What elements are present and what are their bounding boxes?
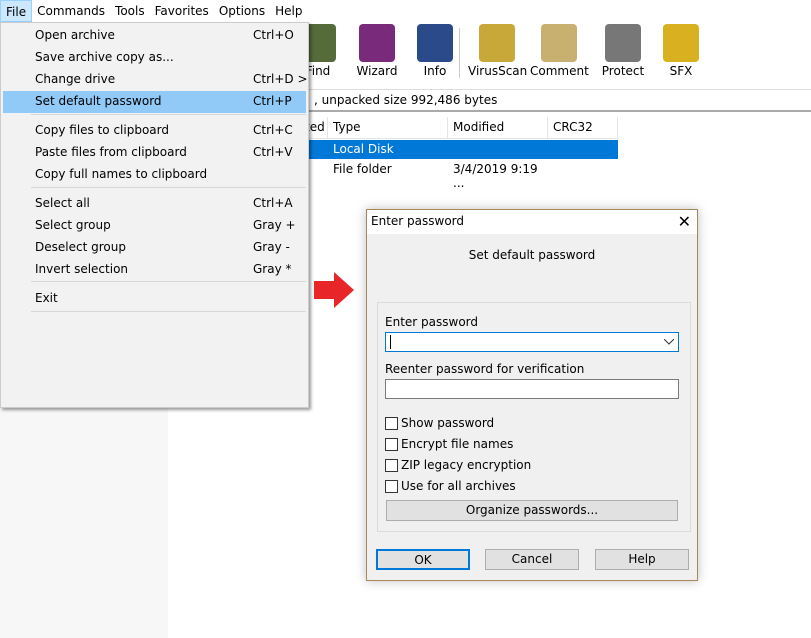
row-modified xyxy=(448,140,548,159)
menu-separator xyxy=(31,311,306,312)
toolbar-label: Comment xyxy=(530,64,589,78)
checkbox-use-for-all-archives[interactable]: Use for all archives xyxy=(385,479,516,493)
menu-shortcut: Gray - xyxy=(253,240,290,254)
text-cursor xyxy=(390,335,391,349)
menu-shortcut: Ctrl+C xyxy=(253,123,293,137)
row-modified: 3/4/2019 9:19 ... xyxy=(453,162,538,190)
menu-help[interactable]: Help xyxy=(270,0,307,22)
toolbar-button-virusscan[interactable]: VirusScan xyxy=(468,24,528,78)
protect-icon xyxy=(605,24,641,62)
checkbox-label: Use for all archives xyxy=(401,479,516,493)
checkbox-box[interactable] xyxy=(385,416,398,430)
organize-passwords-button[interactable]: Organize passwords... xyxy=(386,500,678,521)
toolbar-label: SFX xyxy=(669,64,693,78)
column-header-modified[interactable]: Modified xyxy=(448,117,548,138)
menu-separator xyxy=(31,281,306,282)
list-row[interactable]: Local Disk xyxy=(300,140,618,159)
menu-file[interactable]: File xyxy=(0,0,33,22)
toolbar-button-comment[interactable]: Comment xyxy=(530,24,589,78)
help-button[interactable]: Help xyxy=(595,549,689,570)
reenter-password-input[interactable] xyxy=(385,379,679,399)
menu-shortcut: Ctrl+P xyxy=(253,94,292,108)
enter-password-label: Enter password xyxy=(385,315,478,329)
dialog-title: Enter password xyxy=(367,210,697,234)
menu-shortcut: Ctrl+D > xyxy=(253,72,308,86)
menu-shortcut: Ctrl+A xyxy=(253,196,293,210)
sfx-icon xyxy=(663,24,699,62)
menu-commands[interactable]: Commands xyxy=(32,0,110,22)
red-arrow-icon xyxy=(314,272,354,308)
toolbar-label: Protect xyxy=(601,64,645,78)
checkbox-box[interactable] xyxy=(385,437,398,451)
chevron-down-icon[interactable] xyxy=(664,339,674,345)
checkbox-label: Encrypt file names xyxy=(401,437,514,451)
menu-options[interactable]: Options xyxy=(214,0,270,22)
wizard-icon xyxy=(359,24,395,62)
checkbox-zip-legacy-encryption[interactable]: ZIP legacy encryption xyxy=(385,458,531,472)
enter-password-dialog: Enter password ✕ Set default password En… xyxy=(366,209,698,581)
toolbar-button-wizard[interactable]: Wizard xyxy=(348,24,406,78)
virusscan-icon xyxy=(479,24,515,62)
menu-tools[interactable]: Tools xyxy=(110,0,150,22)
toolbar-label: VirusScan xyxy=(468,64,528,78)
menu-favorites[interactable]: Favorites xyxy=(150,0,214,22)
checkbox-box[interactable] xyxy=(385,479,398,493)
ok-button[interactable]: OK xyxy=(376,549,470,570)
row-type: Local Disk xyxy=(333,142,394,156)
checkbox-encrypt-file-names[interactable]: Encrypt file names xyxy=(385,437,513,451)
toolbar-button-sfx[interactable]: SFX xyxy=(652,24,710,78)
toolbar-button-info[interactable]: Info xyxy=(406,24,464,78)
info-icon xyxy=(417,24,453,62)
menu-separator xyxy=(31,114,306,115)
menu-shortcut: Ctrl+V xyxy=(253,145,293,159)
list-header: ted Type Modified CRC32 xyxy=(300,117,618,139)
menu-bar: File Commands Tools Favorites Options Help xyxy=(0,0,811,22)
column-header-type[interactable]: Type xyxy=(328,117,448,138)
toolbar-label: Wizard xyxy=(356,64,398,78)
file-menu: Open archive Ctrl+O Save archive copy as..… xyxy=(0,22,309,408)
dialog-subtitle: Set default password xyxy=(468,248,596,262)
enter-password-combo[interactable] xyxy=(385,332,679,352)
checkbox-label: ZIP legacy encryption xyxy=(401,458,532,472)
reenter-password-label: Reenter password for verification xyxy=(385,362,585,376)
menu-item-copy-full-names-to-clipboard[interactable]: Copy full names to clipboard xyxy=(3,164,306,186)
menu-shortcut: Ctrl+O xyxy=(253,28,294,42)
row-type: File folder xyxy=(333,162,392,176)
checkbox-show-password[interactable]: Show password xyxy=(385,416,494,430)
checkbox-label: Show password xyxy=(401,416,495,430)
menu-separator xyxy=(31,187,306,188)
toolbar-label: Info xyxy=(423,64,447,78)
column-header-crc32[interactable]: CRC32 xyxy=(548,117,618,138)
toolbar-button-protect[interactable]: Protect xyxy=(594,24,652,78)
toolbar-separator xyxy=(459,28,460,78)
comment-icon xyxy=(541,24,577,62)
menu-item-save-archive-copy-as[interactable]: Save archive copy as... xyxy=(3,47,306,69)
close-icon[interactable]: ✕ xyxy=(678,212,691,231)
menu-item-exit[interactable]: Exit xyxy=(3,288,306,310)
list-row[interactable]: File folder 3/4/2019 9:19 ... xyxy=(300,160,618,190)
checkbox-box[interactable] xyxy=(385,458,398,472)
menu-shortcut: Gray * xyxy=(253,262,292,276)
cancel-button[interactable]: Cancel xyxy=(485,549,579,570)
menu-shortcut: Gray + xyxy=(253,218,296,232)
